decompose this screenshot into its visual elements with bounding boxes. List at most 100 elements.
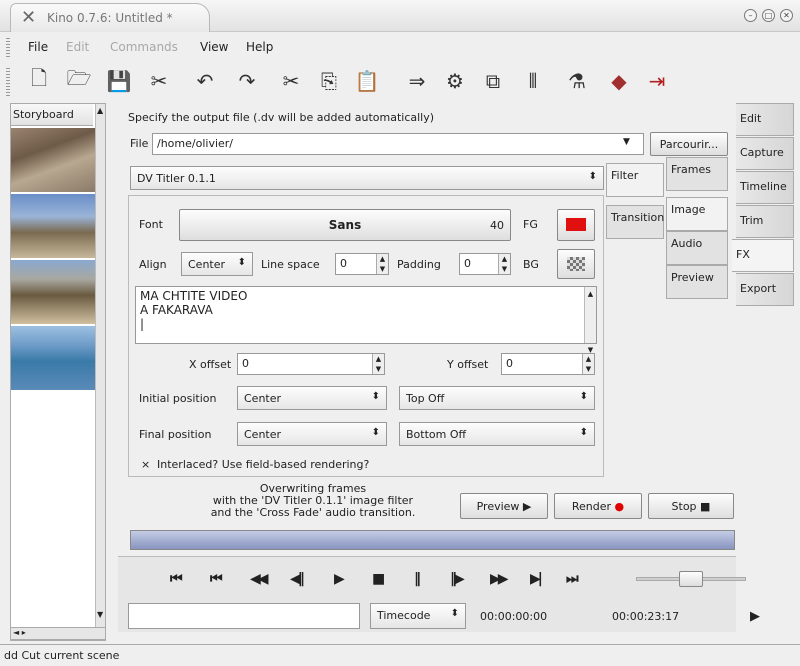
play-icon[interactable]: ▶ — [334, 571, 345, 587]
font-button[interactable]: Sans 40 — [179, 209, 511, 241]
final-position-label: Final position — [139, 428, 212, 441]
scissors-icon[interactable]: ✂ — [144, 66, 174, 96]
tab-capture[interactable]: Capture — [736, 137, 794, 170]
last-scene-icon[interactable]: ⏭ — [566, 571, 578, 587]
shuttle-slider[interactable] — [636, 571, 746, 587]
menu-file[interactable]: File — [28, 40, 48, 54]
exit-icon[interactable]: ⇥ — [642, 66, 672, 96]
text-scrollbar[interactable]: ▲ ▼ — [584, 287, 596, 354]
tab-transition[interactable]: Transition — [606, 205, 664, 239]
x-offset-label: X offset — [189, 358, 232, 371]
final-position-h-select[interactable]: Center ⬍ — [237, 422, 387, 446]
open-icon[interactable]: 🗁 — [64, 66, 94, 96]
window-title: Kino 0.7.6: Untitled * — [47, 11, 173, 25]
previous-scene-icon[interactable]: ⏮ — [210, 571, 222, 587]
storyboard-thumbnail[interactable] — [11, 128, 95, 192]
padding-input[interactable]: 0 ▲ ▼ — [459, 253, 511, 275]
tab-audio[interactable]: Audio — [666, 231, 728, 265]
tab-export[interactable]: Export — [736, 273, 794, 306]
cut-icon[interactable]: ✂ — [276, 66, 306, 96]
split-icon[interactable]: ⚙ — [440, 66, 470, 96]
tab-fx[interactable]: FX — [732, 239, 794, 272]
updown-icon: ⬍ — [237, 257, 246, 268]
save-icon[interactable]: 💾 — [104, 66, 134, 96]
spin-arrows-icon[interactable]: ▲ ▼ — [372, 354, 384, 374]
filter-select[interactable]: DV Titler 0.1.1 ⬍ — [130, 166, 604, 190]
record-icon: ● — [614, 500, 625, 513]
clip-icon[interactable]: ⫴ — [518, 66, 548, 96]
scroll-up-icon[interactable]: ▲ — [97, 106, 103, 115]
interlaced-checkbox[interactable]: × — [141, 458, 150, 471]
copy-icon[interactable]: ⎘ — [314, 66, 344, 96]
back-frame-icon[interactable]: ◀‖ — [290, 571, 305, 587]
player-controls: ⏮ ⏮ ◀◀ ◀‖ ▶ ■ ‖ ‖▶ ▶▶ ▶| ⏭ Timecode ⬍ 00:… — [118, 556, 760, 632]
final-position-v-select[interactable]: Bottom Off ⬍ — [399, 422, 595, 446]
align-select[interactable]: Center ⬍ — [181, 252, 253, 276]
pause-icon[interactable]: ‖ — [414, 571, 421, 587]
maximize-icon[interactable]: □ — [762, 9, 775, 22]
bg-color-button[interactable] — [557, 249, 595, 279]
align-label: Align — [139, 258, 167, 271]
title-text-area[interactable]: MA CHTITE VIDEO A FAKARAVA | ▲ ▼ — [135, 286, 597, 354]
storyboard-thumbnail[interactable] — [11, 326, 95, 390]
undo-icon[interactable]: ↶ — [190, 66, 220, 96]
menu-commands[interactable]: Commands — [110, 40, 178, 54]
next-arrow-icon[interactable]: ▶ — [750, 609, 760, 624]
tab-frames[interactable]: Frames — [666, 157, 728, 191]
eraser-icon[interactable]: ◆ — [604, 66, 634, 96]
publish-icon[interactable]: ⚗ — [562, 66, 592, 96]
fg-label: FG — [523, 218, 538, 231]
rewind-icon[interactable]: ◀◀ — [250, 571, 268, 587]
tab-image[interactable]: Image — [666, 197, 728, 231]
scroll-down-icon[interactable]: ▼ — [97, 610, 103, 619]
tab-filter[interactable]: Filter — [606, 163, 664, 197]
file-input[interactable]: /home/olivier/ — [152, 133, 644, 155]
menu-help[interactable]: Help — [246, 40, 273, 54]
paste-icon[interactable]: 📋 — [352, 66, 382, 96]
fast-forward-icon[interactable]: ▶▶ — [490, 571, 508, 587]
storyboard-scrollbar[interactable]: ▲ ▼ — [95, 104, 105, 640]
scroll-arrows[interactable]: ◄ ▸ — [13, 628, 26, 637]
tab-trim[interactable]: Trim — [736, 205, 794, 238]
padding-label: Padding — [397, 258, 441, 271]
close-icon[interactable]: ✕ — [780, 9, 793, 22]
browse-button[interactable]: Parcourir... — [650, 132, 728, 156]
jump-input[interactable] — [128, 603, 360, 629]
initial-position-h-select[interactable]: Center ⬍ — [237, 386, 387, 410]
tab-edit[interactable]: Edit — [736, 103, 794, 136]
forward-frame-icon[interactable]: ‖▶ — [450, 571, 465, 587]
menu-view[interactable]: View — [200, 40, 228, 54]
tab-timeline[interactable]: Timeline — [736, 171, 794, 204]
stop-icon[interactable]: ■ — [372, 571, 385, 587]
next-scene-icon[interactable]: ▶| — [530, 571, 543, 587]
y-offset-input[interactable]: 0 ▲ ▼ — [501, 353, 595, 375]
timecode-mode-select[interactable]: Timecode ⬍ — [370, 603, 466, 629]
output-description: Specify the output file (.dv will be add… — [128, 111, 435, 124]
line-space-input[interactable]: 0 ▲ ▼ — [335, 253, 389, 275]
fg-color-button[interactable] — [557, 209, 595, 241]
render-button[interactable]: Render ● — [554, 493, 642, 519]
menu-edit[interactable]: Edit — [66, 40, 89, 54]
kino-window: ✕ Kino 0.7.6: Untitled * – □ ✕ File Edit… — [0, 0, 800, 666]
shuttle-slider-handle[interactable] — [679, 571, 703, 587]
new-icon[interactable]: 🗋 — [24, 66, 54, 96]
storyboard-thumbnail[interactable] — [11, 194, 95, 258]
redo-icon[interactable]: ↷ — [232, 66, 262, 96]
tab-preview[interactable]: Preview — [666, 265, 728, 299]
first-scene-icon[interactable]: ⏮ — [170, 571, 182, 587]
x-offset-input[interactable]: 0 ▲ ▼ — [237, 353, 385, 375]
capture-icon[interactable]: ⇒ — [402, 66, 432, 96]
storyboard-hscrollbar[interactable]: ◄ ▸ — [10, 627, 106, 640]
updown-icon: ⬍ — [588, 171, 597, 182]
stop-button[interactable]: Stop ■ — [648, 493, 734, 519]
spin-arrows-icon[interactable]: ▲ ▼ — [498, 254, 510, 274]
initial-position-v-select[interactable]: Top Off ⬍ — [399, 386, 595, 410]
storyboard-header: Storyboard — [11, 104, 93, 126]
storyboard-thumbnail[interactable] — [11, 260, 95, 324]
file-dropdown-icon[interactable]: ▼ — [623, 137, 630, 147]
spin-arrows-icon[interactable]: ▲ ▼ — [582, 354, 594, 374]
preview-button[interactable]: Preview ▶ — [460, 493, 548, 519]
minimize-icon[interactable]: – — [744, 9, 757, 22]
join-icon[interactable]: ⧉ — [478, 66, 508, 96]
spin-arrows-icon[interactable]: ▲ ▼ — [376, 254, 388, 274]
